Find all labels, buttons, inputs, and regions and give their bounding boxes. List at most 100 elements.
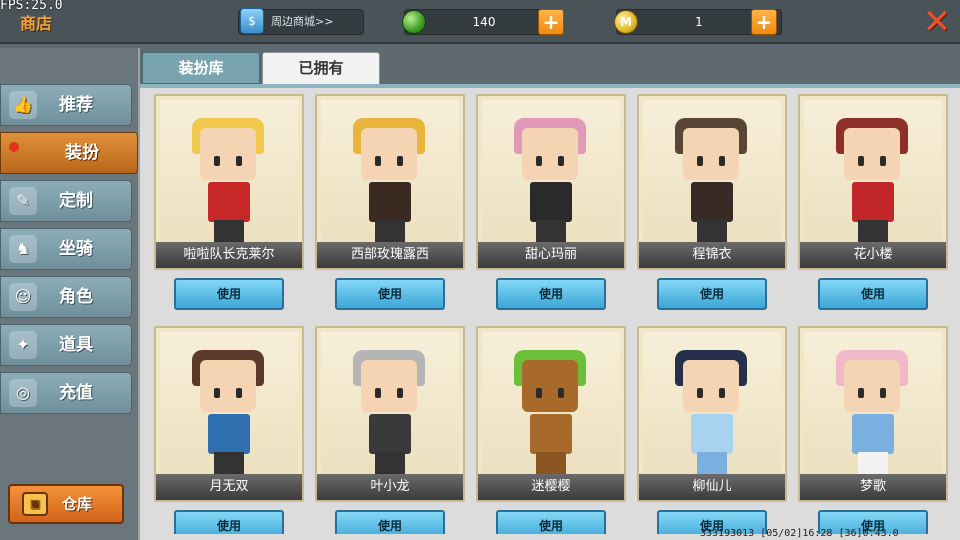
item-icon: ✦: [9, 331, 37, 359]
coin-count: 1: [695, 15, 703, 29]
use-button[interactable]: 使用: [496, 278, 606, 310]
coins-icon: ◎: [9, 379, 37, 407]
costume-name: 程锦衣: [639, 242, 785, 268]
main-panel: 装扮库 已拥有 啦啦队长克莱尔 使用 西部玫瑰露西 使用 甜心玛丽 使用 程锦衣…: [138, 48, 960, 540]
costume-card[interactable]: 梦歌: [798, 326, 948, 502]
costume-preview: [321, 332, 459, 474]
sidebar-item-items[interactable]: ✦ 道具: [0, 324, 132, 366]
character-eye: [719, 156, 725, 166]
character-eye: [536, 388, 542, 398]
sidebar-item-label: 坐骑: [59, 239, 93, 259]
character-head: [200, 128, 256, 180]
gem-icon: [402, 10, 426, 34]
character-body: [530, 414, 572, 454]
costume-name: 迷樱樱: [478, 474, 624, 500]
sidebar-item-mount[interactable]: ♞ 坐骑: [0, 228, 132, 270]
character-eye: [558, 388, 564, 398]
sidebar: 👍 推荐 装扮 ✎ 定制 ♞ 坐骑 ☺ 角色 ✦ 道具 ◎ 充值 ▣ 仓库: [0, 48, 138, 540]
costume-card[interactable]: 西部玫瑰露西: [315, 94, 465, 270]
top-bar: FPS:25.0 商店 周边商城>> $ 140 + 1 M + ✕: [0, 0, 960, 44]
character-body: [852, 414, 894, 454]
character-legs: [697, 452, 727, 474]
add-gems-button[interactable]: +: [538, 9, 564, 35]
costume-preview: [321, 100, 459, 242]
gem-count: 140: [472, 15, 496, 29]
use-button[interactable]: 使用: [335, 510, 445, 534]
sidebar-item-label: 推荐: [59, 95, 93, 115]
character-legs: [214, 220, 244, 242]
sidebar-item-customize[interactable]: ✎ 定制: [0, 180, 132, 222]
sidebar-item-character[interactable]: ☺ 角色: [0, 276, 132, 318]
costume-card[interactable]: 花小楼: [798, 94, 948, 270]
character-legs: [375, 220, 405, 242]
character-eye: [858, 388, 864, 398]
costume-card[interactable]: 迷樱樱: [476, 326, 626, 502]
character-legs: [858, 220, 888, 242]
character-eye: [214, 388, 220, 398]
costume-name: 西部玫瑰露西: [317, 242, 463, 268]
costume-preview: [804, 100, 942, 242]
character-head: [361, 128, 417, 180]
tab-owned[interactable]: 已拥有: [262, 52, 380, 84]
sidebar-item-costume[interactable]: 装扮: [0, 132, 138, 174]
character-legs: [858, 452, 888, 474]
costume-name: 叶小龙: [317, 474, 463, 500]
costume-preview: [160, 100, 298, 242]
tab-underline: [140, 84, 960, 88]
character-body: [691, 182, 733, 222]
use-button[interactable]: 使用: [335, 278, 445, 310]
character-eye: [558, 156, 564, 166]
close-button[interactable]: ✕: [918, 4, 956, 40]
sidebar-item-recommend[interactable]: 👍 推荐: [0, 84, 132, 126]
costume-name: 月无双: [156, 474, 302, 500]
costume-preview: [804, 332, 942, 474]
use-button[interactable]: 使用: [496, 510, 606, 534]
character-head: [844, 360, 900, 412]
sidebar-item-label: 装扮: [65, 143, 99, 163]
tab-costume-library[interactable]: 装扮库: [142, 52, 260, 84]
warehouse-label: 仓库: [62, 495, 93, 513]
character-eye: [236, 388, 242, 398]
character-head: [683, 128, 739, 180]
character-eye: [697, 156, 703, 166]
mount-icon: ♞: [9, 235, 37, 263]
costume-card[interactable]: 啦啦队长克莱尔: [154, 94, 304, 270]
use-button[interactable]: 使用: [657, 278, 767, 310]
sidebar-item-label: 定制: [59, 191, 93, 211]
character-head: [522, 360, 578, 412]
sidebar-item-label: 充值: [59, 383, 93, 403]
character-eye: [397, 388, 403, 398]
character-eye: [858, 156, 864, 166]
character-icon: ☺: [9, 283, 37, 311]
costume-name: 梦歌: [800, 474, 946, 500]
thumb-icon: 👍: [9, 91, 37, 119]
costume-preview: [643, 332, 781, 474]
pencil-icon: ✎: [9, 187, 37, 215]
costume-name: 啦啦队长克莱尔: [156, 242, 302, 268]
costume-preview: [160, 332, 298, 474]
costume-card[interactable]: 甜心玛丽: [476, 94, 626, 270]
use-button[interactable]: 使用: [174, 278, 284, 310]
coin-icon: M: [614, 10, 638, 34]
costume-card[interactable]: 月无双: [154, 326, 304, 502]
character-body: [530, 182, 572, 222]
warehouse-button[interactable]: ▣ 仓库: [8, 484, 124, 524]
character-head: [200, 360, 256, 412]
use-button[interactable]: 使用: [174, 510, 284, 534]
character-head: [361, 360, 417, 412]
character-eye: [375, 156, 381, 166]
use-button[interactable]: 使用: [818, 278, 928, 310]
character-legs: [536, 220, 566, 242]
costume-card[interactable]: 叶小龙: [315, 326, 465, 502]
costume-preview: [643, 100, 781, 242]
character-eye: [697, 388, 703, 398]
character-body: [691, 414, 733, 454]
sidebar-item-recharge[interactable]: ◎ 充值: [0, 372, 132, 414]
character-eye: [214, 156, 220, 166]
chest-icon: ▣: [22, 492, 48, 516]
costume-card[interactable]: 柳仙儿: [637, 326, 787, 502]
add-coins-button[interactable]: +: [751, 9, 777, 35]
character-legs: [536, 452, 566, 474]
costume-card[interactable]: 程锦衣: [637, 94, 787, 270]
costume-grid: 啦啦队长克莱尔 使用 西部玫瑰露西 使用 甜心玛丽 使用 程锦衣 使用 花小楼 …: [154, 94, 952, 534]
